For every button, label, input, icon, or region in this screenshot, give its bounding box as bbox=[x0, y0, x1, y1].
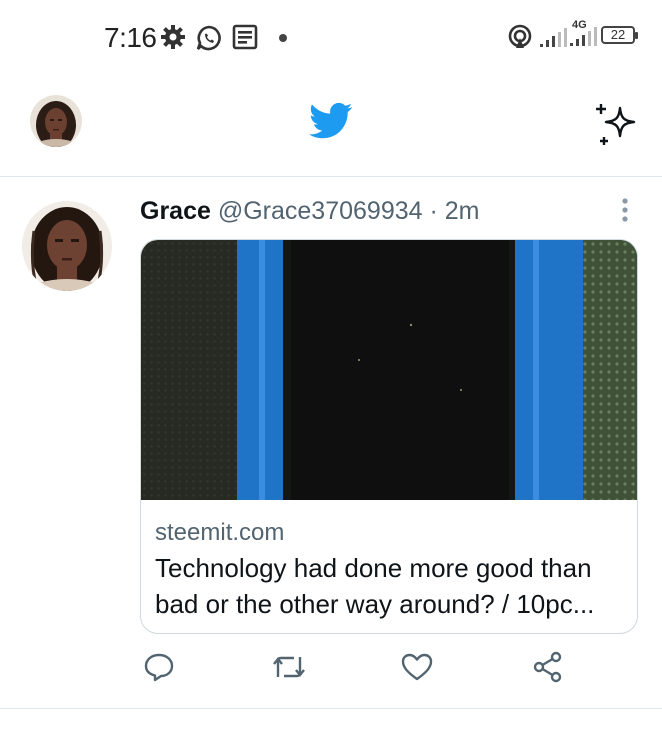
link-preview-card[interactable]: steemit.com Technology had done more goo… bbox=[140, 239, 638, 634]
gear-icon bbox=[160, 24, 186, 55]
status-bar: 7:16 4G 22 bbox=[0, 0, 662, 78]
tweet-author-name[interactable]: Grace bbox=[140, 197, 211, 225]
hotspot-icon bbox=[507, 24, 533, 55]
avatar-image bbox=[22, 201, 112, 291]
link-preview-title: Technology had done more good than bad o… bbox=[155, 553, 595, 619]
profile-avatar-button[interactable] bbox=[30, 95, 82, 147]
news-icon bbox=[232, 24, 258, 55]
signal-icon bbox=[540, 28, 568, 53]
tweet[interactable]: Grace @Grace37069934 · 2m steemit.com Te… bbox=[0, 177, 662, 709]
twitter-bird-icon[interactable] bbox=[309, 102, 353, 145]
svg-text:4G: 4G bbox=[572, 19, 587, 31]
share-icon[interactable] bbox=[532, 651, 564, 688]
more-options-icon[interactable] bbox=[620, 197, 630, 228]
tweet-author-avatar[interactable] bbox=[22, 201, 112, 291]
tweet-header: Grace @Grace37069934 · 2m bbox=[140, 197, 479, 226]
reply-icon[interactable] bbox=[143, 651, 175, 688]
sparkle-icon[interactable] bbox=[594, 102, 640, 153]
link-preview-image bbox=[141, 240, 637, 500]
retweet-icon[interactable] bbox=[272, 651, 306, 688]
battery-icon: 22 bbox=[601, 26, 638, 44]
link-preview-domain: steemit.com bbox=[155, 519, 285, 546]
avatar-image bbox=[30, 95, 82, 147]
notification-dot-icon bbox=[279, 34, 287, 42]
tweet-time: · 2m bbox=[429, 197, 480, 225]
signal-4g-icon: 4G bbox=[570, 18, 598, 53]
tweet-actions bbox=[0, 651, 662, 693]
tweet-author-handle[interactable]: @Grace37069934 bbox=[218, 197, 423, 225]
status-time: 7:16 bbox=[104, 22, 157, 53]
app-header bbox=[0, 78, 662, 177]
whatsapp-icon bbox=[195, 24, 223, 57]
like-icon[interactable] bbox=[401, 651, 433, 688]
